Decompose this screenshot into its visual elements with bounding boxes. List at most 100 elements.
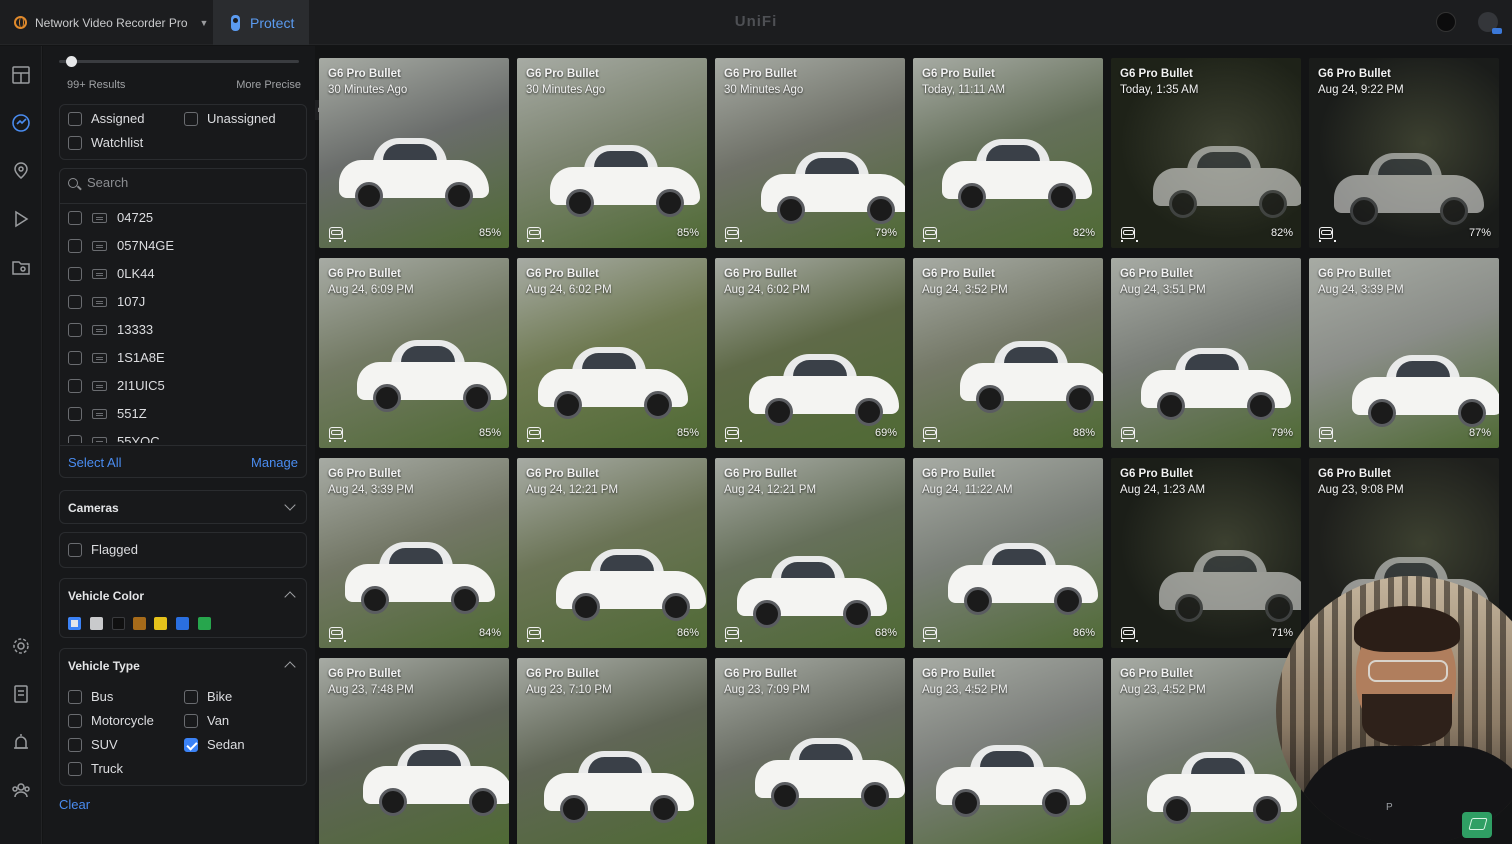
color-swatch[interactable] [176,617,189,630]
tablet-icon[interactable] [1462,812,1492,838]
detection-tile[interactable]: G6 Pro Bullet Aug 24, 3:39 PM 87% [1309,258,1499,448]
manage-link[interactable]: Manage [251,455,298,470]
color-swatch[interactable] [90,617,103,630]
cameras-filter[interactable]: Cameras [59,490,307,524]
slider-track[interactable] [59,60,299,63]
detections-icon[interactable] [10,112,32,134]
bus-checkbox[interactable]: Bus [68,689,113,704]
detection-tile[interactable]: G6 Pro Bullet Today, 1:35 AM 82% [1111,58,1301,248]
chevron-up-icon[interactable] [284,661,296,673]
flagged-checkbox[interactable]: Flagged [68,542,138,557]
checkbox[interactable] [68,689,82,704]
list-item[interactable]: 0LK44 [68,266,155,281]
detection-tile[interactable]: G6 Pro Bullet Aug 24, 9:22 PM 77% [1309,58,1499,248]
detection-tile[interactable]: G6 Pro Bullet Aug 24, 12:21 PM 86% [517,458,707,648]
detection-tile[interactable]: G6 Pro Bullet Today, 11:11 AM 82% [913,58,1103,248]
watchlist-checkbox[interactable]: Watchlist [68,135,143,150]
bike-checkbox[interactable]: Bike [184,689,232,704]
users-icon[interactable] [10,779,32,801]
checkbox[interactable] [68,542,82,557]
motorcycle-checkbox[interactable]: Motorcycle [68,713,154,728]
list-item[interactable]: 551Z [68,406,147,421]
checkbox[interactable] [68,713,82,728]
select-all-link[interactable]: Select All [68,455,121,470]
clear-link[interactable]: Clear [59,797,90,812]
license-plate-icon [92,380,107,391]
dashboard-icon[interactable] [10,64,32,86]
detection-tile[interactable]: G6 Pro Bullet Aug 23, 7:48 PM [319,658,509,844]
camera-name: G6 Pro Bullet [526,468,599,480]
gear-icon[interactable] [10,635,32,657]
checkbox[interactable] [68,322,82,337]
checkbox[interactable] [68,294,82,309]
checkbox[interactable] [68,378,82,393]
map-pin-icon[interactable] [10,160,32,182]
detection-tile[interactable]: G6 Pro Bullet 30 Minutes Ago 85% [517,58,707,248]
detection-tile[interactable]: G6 Pro Bullet Aug 23, 7:09 PM [715,658,905,844]
logs-icon[interactable] [10,683,32,705]
app-switcher[interactable]: Network Video Recorder Pro ▼ [0,0,212,45]
checkbox[interactable] [184,111,198,126]
color-swatch[interactable] [198,617,211,630]
color-swatch[interactable] [68,617,81,630]
color-swatch[interactable] [133,617,146,630]
color-swatch[interactable] [154,617,167,630]
list-item[interactable]: 057N4GE [68,238,174,253]
checkbox[interactable] [68,434,82,443]
checkbox[interactable] [184,737,198,752]
assigned-checkbox[interactable]: Assigned [68,111,144,126]
checkbox[interactable] [68,350,82,365]
list-item[interactable]: 2I1UIC5 [68,378,165,393]
top-bar: Network Video Recorder Pro ▼ Protect Uni… [0,0,1512,45]
play-icon[interactable] [10,208,32,230]
checkbox[interactable] [68,210,82,225]
detection-tile[interactable]: G6 Pro Bullet Aug 24, 3:51 PM 79% [1111,258,1301,448]
detection-tile[interactable]: G6 Pro BulletAug 24, 1:23 AM71% [1111,458,1301,648]
list-item[interactable]: 04725 [68,210,153,225]
alarm-icon[interactable] [10,731,32,753]
checkbox[interactable] [68,266,82,281]
checkbox[interactable] [68,111,82,126]
chevron-down-icon[interactable] [284,499,296,511]
avatar[interactable] [1478,12,1502,34]
detection-tile[interactable]: G6 Pro Bullet Aug 24, 3:52 PM 88% [913,258,1103,448]
list-item[interactable]: 1S1A8E [68,350,165,365]
checkbox[interactable] [68,406,82,421]
detection-tile[interactable]: G6 Pro Bullet Aug 24, 6:02 PM 69% [715,258,905,448]
folder-icon[interactable] [10,256,32,278]
unassigned-checkbox[interactable]: Unassigned [184,111,276,126]
van-checkbox[interactable]: Van [184,713,229,728]
detection-tile[interactable]: G6 Pro Bullet Aug 24, 6:02 PM 85% [517,258,707,448]
detection-tile[interactable]: G6 Pro Bullet 30 Minutes Ago 85% [319,58,509,248]
detection-tile[interactable]: G6 Pro Bullet 30 Minutes Ago 79% [715,58,905,248]
list-item[interactable]: 13333 [68,322,153,337]
sedan-checkbox[interactable]: Sedan [184,737,245,752]
checkbox[interactable] [184,689,198,704]
checkbox[interactable] [68,238,82,253]
vehicle-image [1352,353,1499,433]
chevron-up-icon[interactable] [284,591,296,603]
detection-tile[interactable]: G6 Pro Bullet Aug 23, 7:10 PM [517,658,707,844]
suv-checkbox[interactable]: SUV [68,737,118,752]
detection-tile[interactable]: G6 Pro Bullet Aug 24, 12:21 PM 68% [715,458,905,648]
confidence-badge: 82% [1270,227,1293,239]
search-input[interactable]: Search [68,175,128,190]
tab-protect[interactable]: Protect [213,0,309,45]
detection-tile[interactable]: G6 Pro Bullet Aug 23, 4:52 PM [913,658,1103,844]
truck-checkbox[interactable]: Truck [68,761,123,776]
color-swatch[interactable] [112,617,125,630]
precision-slider[interactable]: 99+ Results More Precise [59,54,301,91]
detection-tile[interactable]: G6 Pro Bullet Aug 24, 3:39 PM 84% [319,458,509,648]
theme-toggle-icon[interactable] [1436,12,1456,32]
checkbox[interactable] [184,713,198,728]
checkbox[interactable] [68,761,82,776]
slider-thumb[interactable] [66,56,78,67]
list-item[interactable]: 55YQC [68,434,160,443]
list-item[interactable]: 107J [68,294,145,309]
detection-tile[interactable]: G6 Pro Bullet Aug 24, 6:09 PM 85% [319,258,509,448]
license-plate-icon [92,408,107,419]
detection-tile[interactable]: G6 Pro Bullet Aug 24, 11:22 AM 86% [913,458,1103,648]
detection-tile[interactable]: G6 Pro Bullet Aug 23, 4:52 PM [1111,658,1301,844]
checkbox[interactable] [68,737,82,752]
checkbox[interactable] [68,135,82,150]
